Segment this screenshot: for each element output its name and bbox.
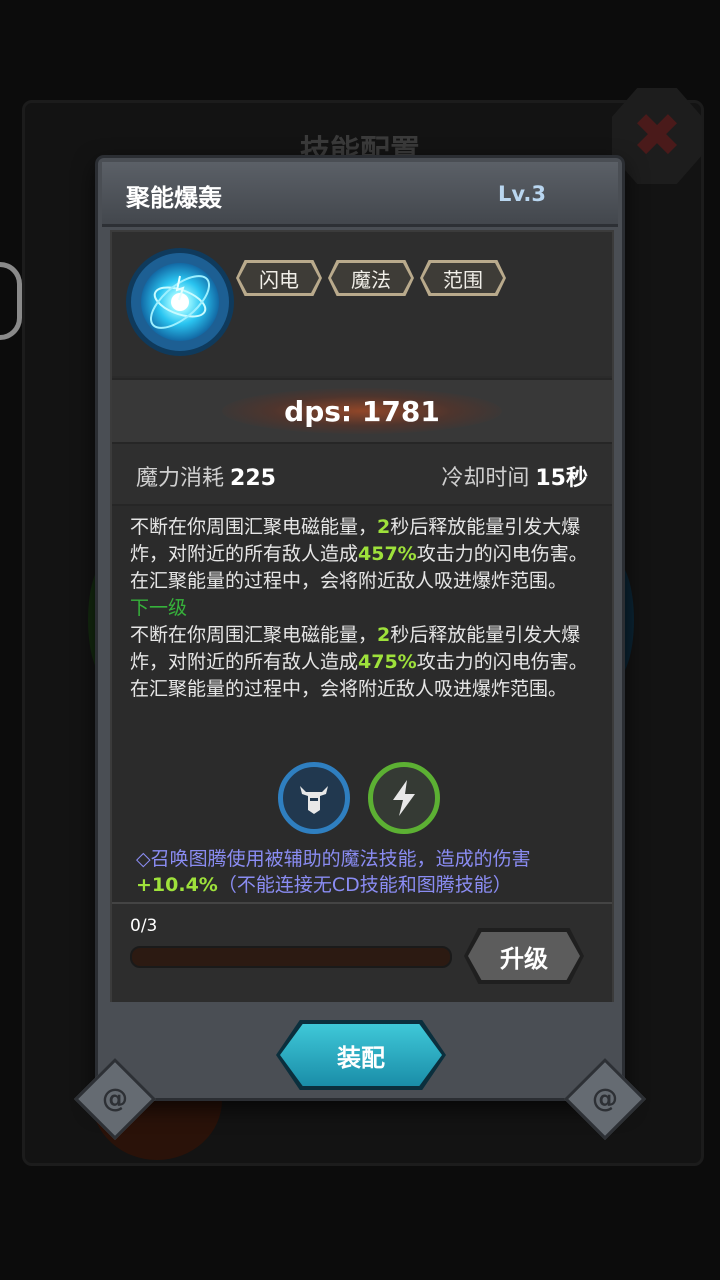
lightning-icon[interactable] xyxy=(368,762,440,834)
skill-tag: 范围 xyxy=(420,260,506,296)
side-drawer-handle[interactable] xyxy=(0,262,22,340)
skill-description: 不断在你周围汇聚电磁能量，2秒后释放能量引发大爆炸，对附近的所有敌人造成457%… xyxy=(130,514,600,703)
dialog-header: 聚能爆轰 Lv.3 xyxy=(102,162,618,227)
close-button[interactable]: ✖ xyxy=(612,88,702,184)
lightning-orb-icon xyxy=(126,248,234,356)
close-icon: ✖ xyxy=(631,101,683,171)
dps-value: dps: 1781 xyxy=(284,394,440,428)
upgrade-area: 0/3 升级 xyxy=(112,902,612,1002)
upgrade-button[interactable]: 升级 xyxy=(464,928,584,984)
cooldown-label: 冷却时间 xyxy=(441,466,530,491)
upgrade-progress-bar xyxy=(130,946,452,968)
cooldown-value: 15秒 xyxy=(535,466,588,491)
mana-cost-value: 225 xyxy=(230,466,276,491)
support-icons xyxy=(112,762,612,838)
next-level-label: 下一级 xyxy=(130,597,188,619)
current-level-description: 不断在你周围汇聚电磁能量，2秒后释放能量引发大爆炸，对附近的所有敌人造成457%… xyxy=(130,516,588,592)
totem-icon[interactable] xyxy=(278,762,350,834)
skill-level: Lv.3 xyxy=(498,182,546,206)
skill-tag: 魔法 xyxy=(328,260,414,296)
stats-row: 魔力消耗 225 冷却时间 15秒 xyxy=(112,444,612,506)
equip-button[interactable]: 装配 xyxy=(276,1020,446,1090)
support-description: ◇召唤图腾使用被辅助的魔法技能，造成的伤害+10.4%（不能连接无CD技能和图腾… xyxy=(136,848,531,896)
cooldown: 冷却时间 15秒 xyxy=(441,460,588,492)
mana-cost: 魔力消耗 225 xyxy=(136,460,276,492)
dialog-body: 闪电 魔法 范围 dps: 1781 魔力消耗 225 冷却时间 15秒 不断在你周… xyxy=(110,230,614,1002)
dps-row: dps: 1781 xyxy=(112,378,612,444)
dialog-frame: 聚能爆轰 Lv.3 闪电 魔法 范围 dps: 1781 魔力消耗 225 冷却… xyxy=(98,158,622,1098)
next-level-description: 不断在你周围汇聚电磁能量，2秒后释放能量引发大爆炸，对附近的所有敌人造成475%… xyxy=(130,624,588,700)
skill-icon-row: 闪电 魔法 范围 xyxy=(112,232,612,376)
skill-detail-dialog: 聚能爆轰 Lv.3 闪电 魔法 范围 dps: 1781 魔力消耗 225 冷却… xyxy=(73,158,647,1141)
upgrade-progress-label: 0/3 xyxy=(130,916,158,936)
skill-name: 聚能爆轰 xyxy=(126,184,222,212)
mana-cost-label: 魔力消耗 xyxy=(136,466,225,491)
skill-tag: 闪电 xyxy=(236,260,322,296)
skill-tags: 闪电 魔法 范围 xyxy=(236,260,506,296)
